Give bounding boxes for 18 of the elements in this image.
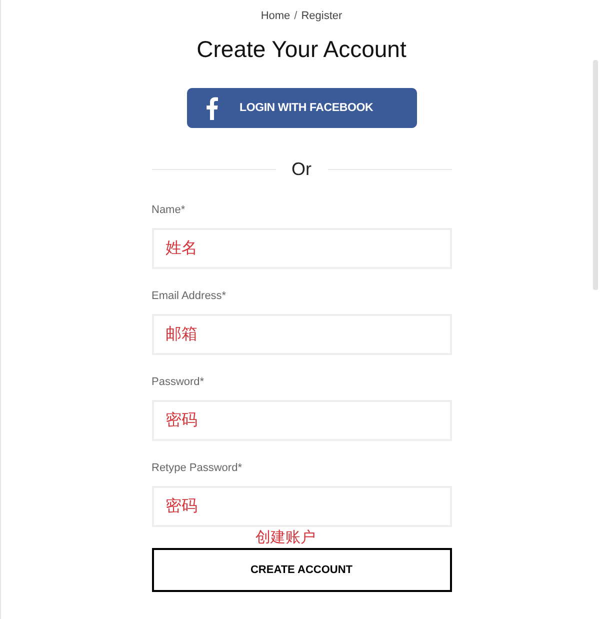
text-field[interactable]: 姓名 (152, 228, 452, 269)
facebook-logo-icon (206, 96, 218, 120)
field-label: Name* (152, 204, 186, 218)
facebook-login-button[interactable]: LOGIN WITH FACEBOOK (186, 88, 416, 128)
breadcrumb-separator: / (294, 10, 298, 22)
scrollbar[interactable] (593, 60, 598, 290)
or-divider-text: Or (290, 158, 312, 180)
breadcrumb-link[interactable]: Home (260, 10, 290, 22)
annotation-text: 创建账户 (256, 527, 316, 548)
breadcrumb-link[interactable]: Register (301, 10, 342, 22)
field-label: Retype Password* (152, 462, 243, 476)
text-field[interactable]: 密码 (152, 486, 452, 527)
field-label: Email Address* (152, 290, 228, 304)
text-field[interactable]: 密码 (152, 400, 452, 441)
create-account-button[interactable]: CREATE ACCOUNT (152, 548, 452, 592)
field-label: Password* (152, 376, 206, 390)
page-title: Create Your Account (196, 35, 408, 64)
text-field[interactable]: 邮箱 (152, 314, 452, 355)
